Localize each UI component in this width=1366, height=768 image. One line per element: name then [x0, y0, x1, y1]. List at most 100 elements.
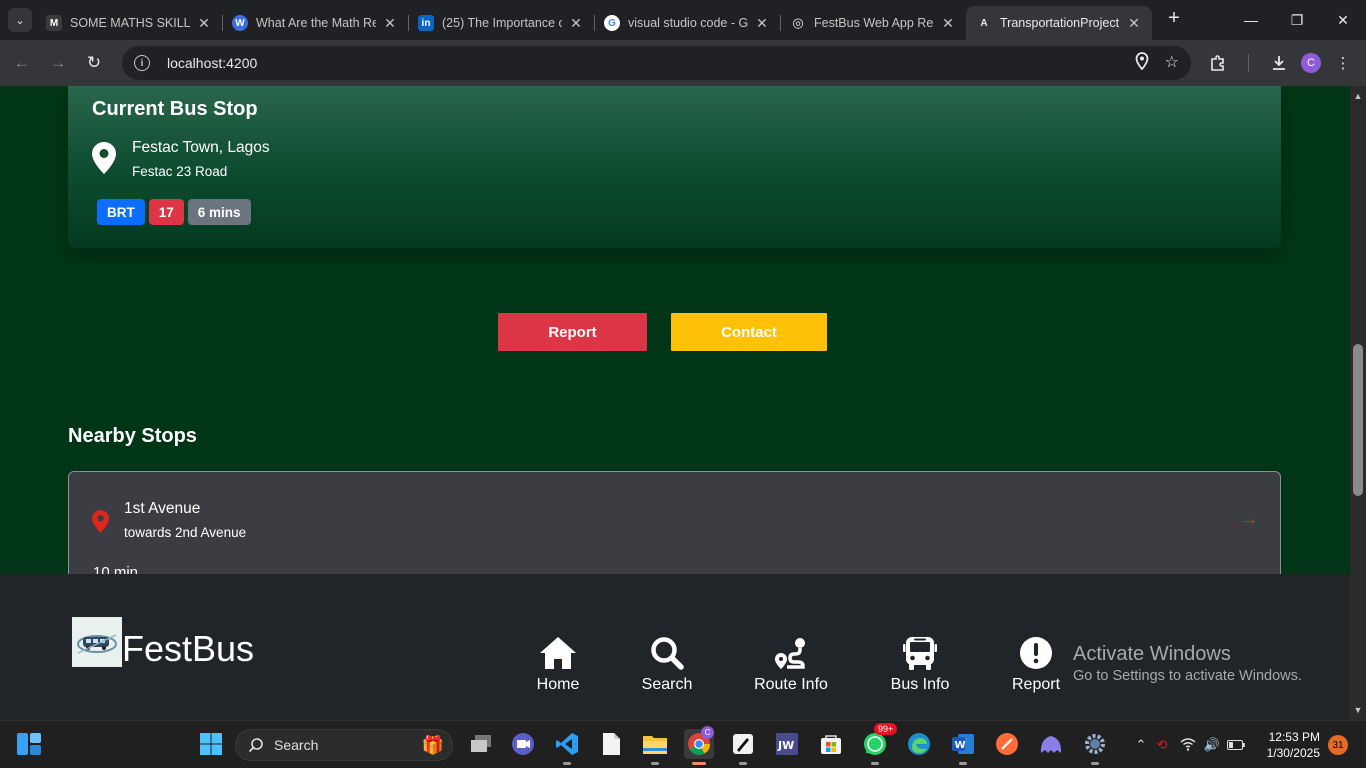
- scroll-down-icon[interactable]: ▼: [1350, 702, 1366, 718]
- profile-avatar[interactable]: C: [1301, 53, 1321, 73]
- festbus-logo[interactable]: [72, 617, 122, 667]
- location-pin-icon[interactable]: [1135, 51, 1149, 75]
- activate-windows-title: Activate Windows: [1073, 643, 1231, 665]
- browser-tab-strip: ⌄ M SOME MATHS SKILLS ✕ W What Are the M…: [0, 0, 1366, 40]
- notification-count-badge[interactable]: 31: [1328, 735, 1348, 755]
- nearby-stop-direction: towards 2nd Avenue: [124, 525, 247, 540]
- wifi-icon[interactable]: [1176, 737, 1200, 754]
- running-indicator: [1091, 762, 1099, 765]
- report-button[interactable]: Report: [498, 313, 647, 351]
- close-icon[interactable]: ✕: [940, 15, 956, 32]
- battery-icon[interactable]: [1224, 738, 1248, 753]
- tab-search-button[interactable]: ⌄: [8, 8, 32, 32]
- contact-button[interactable]: Contact: [671, 313, 827, 351]
- svg-text:JW: JW: [777, 739, 794, 752]
- nav-bus-info[interactable]: Bus Info: [870, 636, 970, 696]
- minimize-icon[interactable]: —: [1228, 0, 1274, 40]
- address-bar[interactable]: i localhost:4200 ☆: [122, 46, 1191, 80]
- browser-tab-active[interactable]: A TransportationProject ✕: [966, 6, 1152, 40]
- active-indicator: [692, 762, 706, 765]
- running-indicator: [959, 762, 967, 765]
- url-text[interactable]: localhost:4200: [167, 55, 257, 71]
- browser-toolbar: ← → ↻ i localhost:4200 ☆ C ⋮: [0, 40, 1366, 86]
- postman-icon[interactable]: [992, 729, 1022, 759]
- browser-tab[interactable]: W What Are the Math Re ✕: [222, 6, 408, 40]
- favicon-icon: W: [232, 15, 248, 31]
- activate-windows-subtitle: Go to Settings to activate Windows.: [1073, 668, 1302, 684]
- site-info-icon[interactable]: i: [134, 55, 150, 71]
- tab-title: SOME MATHS SKILLS: [70, 16, 190, 30]
- bookmark-star-icon[interactable]: ☆: [1165, 52, 1179, 75]
- gift-icon: 🎁: [421, 734, 444, 755]
- browser-tab[interactable]: G visual studio code - G ✕: [594, 6, 780, 40]
- jw-library-icon[interactable]: JW: [772, 729, 802, 759]
- page-scrollbar[interactable]: ▲ ▼: [1350, 86, 1366, 720]
- reload-icon[interactable]: ↻: [76, 45, 112, 81]
- vscode-icon[interactable]: [552, 729, 582, 765]
- page-content: Current Bus Stop Festac Town, Lagos Fest…: [0, 86, 1350, 574]
- current-stop-road: Festac 23 Road: [132, 164, 228, 179]
- angular-icon: A: [980, 17, 988, 29]
- close-icon[interactable]: ✕: [196, 15, 212, 32]
- taskbar-clock[interactable]: 12:53 PM 1/30/2025: [1258, 729, 1320, 761]
- whatsapp-icon[interactable]: 99+: [860, 723, 898, 765]
- word-icon[interactable]: W: [948, 729, 978, 765]
- close-window-icon[interactable]: ✕: [1320, 0, 1366, 40]
- back-arrow-icon[interactable]: ←: [4, 45, 40, 81]
- menu-kebab-icon[interactable]: ⋮: [1329, 49, 1357, 77]
- scrollbar-thumb[interactable]: [1353, 344, 1363, 496]
- nav-route-info[interactable]: Route Info: [741, 636, 841, 696]
- current-stop-name: Festac Town, Lagos: [132, 139, 270, 156]
- nav-report[interactable]: Report: [986, 636, 1086, 696]
- restore-icon[interactable]: ❐: [1274, 0, 1320, 40]
- file-explorer-icon[interactable]: [640, 729, 670, 765]
- close-icon[interactable]: ✕: [382, 15, 398, 32]
- taskbar-search-label: Search: [274, 737, 319, 753]
- forward-arrow-icon[interactable]: →: [40, 45, 76, 81]
- nearby-stops-heading: Nearby Stops: [68, 425, 197, 447]
- nav-report-label: Report: [1011, 676, 1061, 693]
- close-icon[interactable]: ✕: [1126, 15, 1142, 32]
- task-view-icon[interactable]: [466, 729, 496, 759]
- new-tab-button[interactable]: +: [1160, 5, 1188, 33]
- browser-tab[interactable]: M SOME MATHS SKILLS ✕: [36, 6, 222, 40]
- close-icon[interactable]: ✕: [754, 15, 770, 32]
- window-controls: — ❐ ✕: [1228, 0, 1366, 40]
- nav-home-label: Home: [536, 676, 580, 693]
- nav-route-info-label: Route Info: [754, 676, 828, 693]
- nearby-stop-card[interactable]: 1st Avenue towards 2nd Avenue → 10 min: [68, 471, 1281, 574]
- favicon-icon: M: [46, 15, 62, 31]
- browser-tab[interactable]: ◎ FestBus Web App Rep ✕: [780, 6, 966, 40]
- taskbar-search-box[interactable]: Search 🎁: [235, 729, 453, 761]
- download-icon[interactable]: [1265, 49, 1293, 77]
- brand-name[interactable]: FestBus: [122, 629, 254, 669]
- close-icon[interactable]: ✕: [568, 15, 584, 32]
- tab-list: M SOME MATHS SKILLS ✕ W What Are the Mat…: [36, 0, 1152, 40]
- speaker-icon[interactable]: 🔊: [1200, 737, 1224, 753]
- sync-alert-icon[interactable]: ⟲: [1148, 737, 1176, 753]
- copilot-ghost-icon[interactable]: [1036, 729, 1066, 759]
- microsoft-store-icon[interactable]: [816, 729, 846, 759]
- meet-icon[interactable]: [508, 729, 538, 759]
- settings-gear-icon[interactable]: [1080, 729, 1110, 765]
- browser-tab[interactable]: in (25) The Importance o ✕: [408, 6, 594, 40]
- nav-search-label: Search: [641, 676, 693, 693]
- chevron-up-icon[interactable]: ⌃: [1134, 737, 1148, 753]
- route-number-badge: 17: [148, 199, 184, 225]
- arrow-right-icon[interactable]: →: [1239, 508, 1259, 531]
- google-icon: G: [604, 15, 620, 31]
- windows-start-icon[interactable]: [196, 729, 226, 759]
- nav-home[interactable]: Home: [508, 636, 608, 696]
- widgets-icon[interactable]: [14, 729, 44, 759]
- notepad-file-icon[interactable]: [596, 729, 626, 759]
- scroll-up-icon[interactable]: ▲: [1350, 88, 1366, 104]
- openai-icon: ◎: [792, 15, 804, 30]
- edge-icon[interactable]: [904, 729, 934, 759]
- whatsapp-badge: 99+: [874, 723, 898, 735]
- clock-date: 1/30/2025: [1266, 746, 1320, 760]
- stop-badges: BRT 17 6 mins: [97, 199, 251, 225]
- extensions-icon[interactable]: [1204, 49, 1232, 77]
- inkscape-icon[interactable]: [728, 729, 758, 765]
- nav-search[interactable]: Search: [617, 636, 717, 696]
- chrome-icon[interactable]: C: [684, 726, 714, 765]
